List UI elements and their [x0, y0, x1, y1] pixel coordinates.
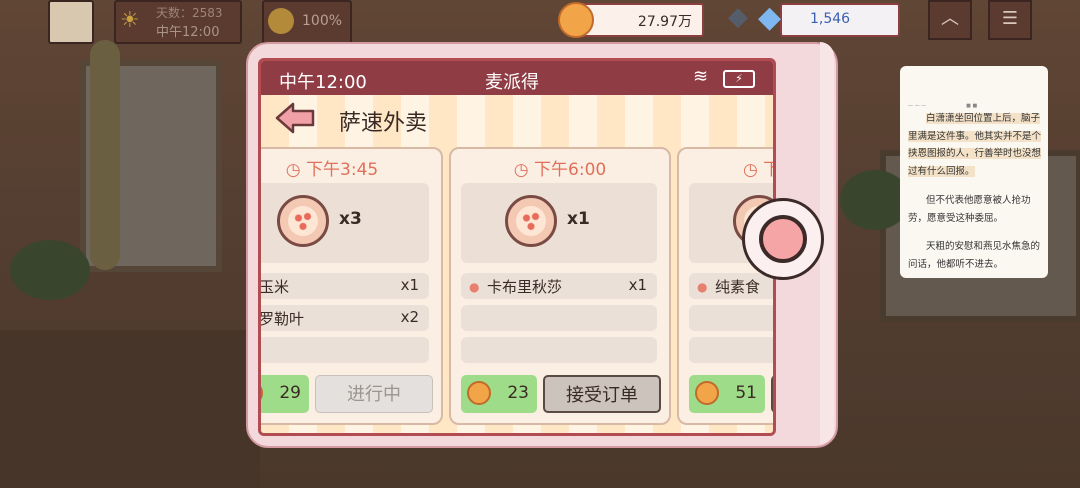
food-area: x3: [261, 183, 429, 263]
chevron-up-icon: ︿: [941, 8, 959, 29]
back-button[interactable]: [275, 101, 317, 135]
menu-button[interactable]: ☰: [988, 0, 1032, 40]
expand-up-button[interactable]: ︿: [928, 0, 972, 40]
mood-percent: 100%: [302, 13, 343, 29]
clock-icon: ◷: [743, 160, 764, 180]
smiley-icon: [268, 8, 294, 34]
ingredient-row-empty: [261, 337, 429, 363]
reward-value: 29: [279, 383, 301, 403]
reward-value: 23: [507, 383, 529, 403]
order-time: ◷ 下午6:00: [513, 160, 607, 180]
order-card: ◷ 下午 ● 纯素食 51: [677, 147, 773, 425]
gem-amount: 1,546: [810, 11, 851, 27]
phone-home-button[interactable]: [742, 198, 824, 280]
ingredient-row: ● 罗勒叶 x2: [259, 305, 429, 331]
coin-amount: 27.97万: [637, 14, 692, 30]
ingredient-name: 罗勒叶: [259, 310, 305, 328]
clock-icon: ◷: [513, 160, 535, 180]
accept-order-button[interactable]: 接受订单: [543, 375, 661, 413]
diamond-icon: ◆: [758, 0, 782, 35]
ingredient-name: 卡布里秋莎: [487, 278, 563, 296]
in-progress-button[interactable]: 进行中: [315, 375, 433, 413]
back-arrow-icon: [275, 102, 315, 134]
ingredient-row: ● 纯素食: [689, 273, 773, 299]
gem-balance[interactable]: 1,546: [780, 3, 900, 37]
reward-value: 51: [735, 383, 757, 403]
reader-paragraph: 白潇潇坐回位置上后，脑子里满是这件事。他其实并不是个挟恩图报的人，行善举时也没想…: [908, 113, 1042, 177]
ingredient-qty: x1: [400, 276, 419, 294]
reward-badge: 29: [261, 375, 309, 413]
days-counter: 天数：2583: [156, 6, 223, 20]
ingredient-row-empty: [461, 337, 657, 363]
bullet-icon: ●: [697, 280, 708, 294]
clock-icon: ◷: [285, 160, 307, 180]
ingredient-name: 纯素食: [715, 278, 761, 296]
coin-balance: 27.97万: [580, 3, 704, 37]
ingredient-row-empty: [689, 305, 773, 331]
phone-status-bar: 中午12:00 麦派得 ≋ ⚡: [261, 61, 773, 95]
coin-icon: [467, 381, 491, 405]
bullet-icon: ●: [469, 280, 480, 294]
reward-badge: 23: [461, 375, 537, 413]
food-area: x1: [461, 183, 657, 263]
player-avatar[interactable]: [48, 0, 94, 44]
order-card: ◷ 下午3:45 x3 ● 玉米 x1 ● 罗勒叶 x2 29 进行中: [259, 147, 443, 425]
ingredient-qty: x2: [400, 308, 419, 326]
game-clock: 中午12:00: [156, 25, 220, 40]
hamburger-icon: ☰: [1001, 8, 1019, 29]
coin-icon: [261, 381, 263, 405]
order-time: ◷ 下午: [743, 155, 773, 180]
coin-icon: [695, 381, 719, 405]
home-button-core: [759, 215, 807, 263]
order-card: ◷ 下午6:00 x1 ● 卡布里秋莎 x1 23 接受订单: [449, 147, 671, 425]
pizza-quantity: x3: [339, 209, 362, 229]
pizza-quantity: x1: [567, 209, 590, 229]
ingredient-name: 玉米: [259, 278, 290, 296]
reader-paragraph: 但不代表他愿意被人抢功劳，愿意受这种委屈。: [908, 195, 1031, 224]
status-time: 中午12:00: [279, 72, 367, 93]
app-header: 萨速外卖: [261, 95, 773, 145]
ingredient-row-empty: [461, 305, 657, 331]
mood-panel: 100%: [262, 0, 352, 44]
accept-order-button[interactable]: [771, 375, 773, 413]
wifi-icon: ≋: [693, 66, 709, 87]
day-time-panel: ☀ 天数：2583 中午12:00: [114, 0, 242, 44]
ingredient-qty: x1: [628, 276, 647, 294]
floating-reader-window[interactable]: — — — ■ ■ 白潇潇坐回位置上后，脑子里满是这件事。他其实并不是个挟恩图报…: [900, 66, 1048, 278]
reward-badge: 51: [689, 375, 765, 413]
reader-paragraph: 天粗的安慰和燕见水焦急的问话，他都听不进去。: [908, 241, 1041, 270]
pizza-icon: [505, 195, 557, 247]
phone-screen: 中午12:00 麦派得 ≋ ⚡ 萨速外卖 ◷ 下午3:45 x3 ● 玉米 x1…: [258, 58, 776, 436]
pizza-icon: [277, 195, 329, 247]
coin-icon: [558, 2, 594, 38]
page-title: 萨速外卖: [339, 111, 428, 136]
order-time: ◷ 下午3:45: [285, 160, 379, 180]
battery-icon: ⚡: [723, 70, 755, 88]
reader-toolbar: — — — ■ ■: [908, 103, 978, 109]
sun-icon: ☀: [120, 8, 140, 33]
ingredient-row-empty: [689, 337, 773, 363]
gem-icon-shadow: ◆: [728, 2, 748, 32]
app-name: 麦派得: [485, 72, 539, 93]
ingredient-row: ● 玉米 x1: [259, 273, 429, 299]
ingredient-row: ● 卡布里秋莎 x1: [461, 273, 657, 299]
